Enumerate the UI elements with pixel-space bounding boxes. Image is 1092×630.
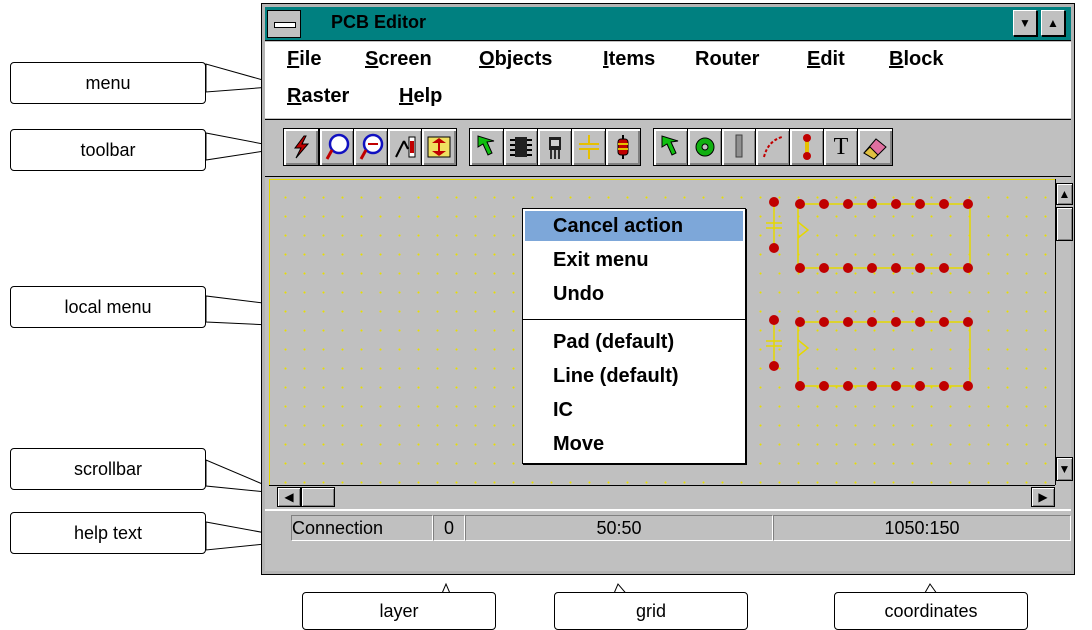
layer-field: 0 [433, 515, 465, 541]
grid-callout: grid [554, 592, 748, 630]
ic-chip-icon[interactable] [503, 128, 539, 166]
local-menu-callout: local menu [10, 286, 206, 328]
layer-callout: layer [302, 592, 496, 630]
minimize-button[interactable]: ▼ [1013, 10, 1037, 36]
menu-help[interactable]: Help [399, 85, 442, 108]
arc-icon[interactable] [755, 128, 791, 166]
scrollbar-callout: scrollbar [10, 448, 206, 490]
transistor-icon[interactable] [537, 128, 573, 166]
system-menu-button[interactable] [267, 10, 301, 38]
menu-item-undo[interactable]: Undo [525, 279, 743, 309]
coordinates-field: 1050:150 [773, 515, 1071, 541]
menu-screen[interactable]: Screen [365, 48, 432, 71]
zoom-out-icon[interactable] [353, 128, 389, 166]
lightning-icon[interactable] [283, 128, 319, 166]
menu-item-line-default[interactable]: Line (default) [525, 361, 743, 391]
menu-edit[interactable]: Edit [807, 48, 845, 71]
menu-block[interactable]: Block [889, 48, 943, 71]
line-icon[interactable] [721, 128, 757, 166]
local-menu: Cancel action Exit menu Undo Pad (defaul… [522, 208, 746, 464]
via-icon[interactable] [789, 128, 825, 166]
toolbar-callout: toolbar [10, 129, 206, 171]
text-icon[interactable]: T [823, 128, 859, 166]
scroll-right-button[interactable]: ▶ [1031, 487, 1055, 507]
scroll-left-button[interactable]: ◀ [277, 487, 301, 507]
horizontal-scrollbar[interactable]: ◀ ▶ [269, 485, 1055, 507]
capacitor-icon[interactable] [571, 128, 607, 166]
help-text-field: Connection [291, 515, 433, 541]
scroll-down-button[interactable]: ▼ [1056, 457, 1073, 481]
menu-objects[interactable]: Objects [479, 48, 552, 71]
vertical-scroll-thumb[interactable] [1056, 207, 1073, 241]
layers-icon[interactable] [421, 128, 457, 166]
select-arrow-icon[interactable] [653, 128, 689, 166]
ic-footprint-upper [766, 197, 973, 273]
menu-callout: menu [10, 62, 206, 104]
vertical-scrollbar[interactable]: ▲ ▼ [1055, 179, 1073, 485]
pad-icon[interactable] [687, 128, 723, 166]
horizontal-scroll-thumb[interactable] [301, 487, 335, 507]
menu-items[interactable]: Items [603, 48, 655, 71]
grid-field: 50:50 [465, 515, 773, 541]
scroll-up-button[interactable]: ▲ [1056, 183, 1073, 205]
select-arrow-icon[interactable] [469, 128, 505, 166]
status-bar: Connection 0 50:50 1050:150 [265, 509, 1071, 541]
menu-item-pad-default[interactable]: Pad (default) [525, 327, 743, 357]
menu-router[interactable]: Router [695, 48, 759, 71]
help-text-callout: help text [10, 512, 206, 554]
menu-item-exit-menu[interactable]: Exit menu [525, 245, 743, 275]
redraw-icon[interactable] [387, 128, 423, 166]
menu-item-ic[interactable]: IC [525, 395, 743, 425]
menu-item-move[interactable]: Move [525, 429, 743, 459]
menu-raster[interactable]: Raster [287, 85, 349, 108]
eraser-icon[interactable] [857, 128, 893, 166]
maximize-button[interactable]: ▲ [1041, 10, 1065, 36]
resistor-icon[interactable] [605, 128, 641, 166]
window-title: PCB Editor [331, 12, 427, 32]
menu-item-cancel-action[interactable]: Cancel action [525, 211, 743, 241]
menu-file[interactable]: File [287, 48, 321, 71]
menu-separator [523, 319, 745, 320]
zoom-in-icon[interactable] [319, 128, 355, 166]
menu-bar: File Screen Objects Items Router Edit Bl… [265, 42, 1071, 118]
ic-footprint-lower [766, 315, 973, 391]
coordinates-callout: coordinates [834, 592, 1028, 630]
toolbar: T [265, 119, 1071, 177]
title-bar[interactable]: PCB Editor ▼ ▲ [265, 7, 1071, 41]
